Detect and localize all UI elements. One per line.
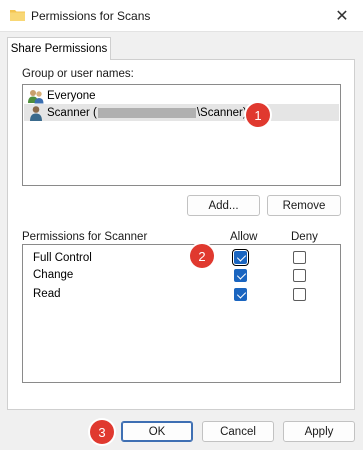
cancel-button[interactable]: Cancel <box>202 421 274 442</box>
window-title: Permissions for Scans <box>31 9 151 23</box>
ok-button[interactable]: OK <box>121 421 193 442</box>
list-item-label-suffix: \Scanner) <box>196 106 247 119</box>
permissions-heading: Permissions for Scanner <box>22 231 148 243</box>
folder-icon <box>10 10 25 21</box>
user-listbox[interactable]: Everyone Scanner ( \Scanner) <box>22 84 341 186</box>
permissions-list: Full Control Change Read <box>22 244 341 383</box>
list-item-label-prefix: Scanner ( <box>47 106 97 119</box>
group-icon <box>28 89 44 103</box>
step-marker-2: 2 <box>190 244 214 268</box>
step-marker-3: 3 <box>90 420 114 444</box>
list-item-scanner[interactable]: Scanner ( \Scanner) <box>24 104 339 121</box>
deny-read-checkbox[interactable] <box>293 288 306 301</box>
permission-label-full-control: Full Control <box>33 252 92 264</box>
remove-button[interactable]: Remove <box>267 195 341 216</box>
title-bar: Permissions for Scans ✕ <box>0 0 363 32</box>
allow-column-header: Allow <box>230 231 258 243</box>
user-icon <box>30 105 42 121</box>
permission-label-change: Change <box>33 269 74 281</box>
allow-full-control-checkbox[interactable] <box>232 249 249 266</box>
step-marker-1: 1 <box>246 103 270 127</box>
tab-share-permissions[interactable]: Share Permissions <box>7 37 111 60</box>
allow-read-checkbox[interactable] <box>234 288 247 301</box>
deny-column-header: Deny <box>291 231 318 243</box>
list-item-label: Everyone <box>47 89 96 102</box>
permission-label-read: Read <box>33 288 61 300</box>
redacted-domain <box>97 107 196 118</box>
apply-button[interactable]: Apply <box>283 421 355 442</box>
deny-full-control-checkbox[interactable] <box>293 251 306 264</box>
list-item-everyone[interactable]: Everyone <box>24 87 339 104</box>
deny-change-checkbox[interactable] <box>293 269 306 282</box>
close-button[interactable]: ✕ <box>327 3 357 29</box>
add-button[interactable]: Add... <box>187 195 260 216</box>
group-users-heading: Group or user names: <box>22 68 134 80</box>
close-icon: ✕ <box>335 8 349 25</box>
allow-change-checkbox[interactable] <box>234 269 247 282</box>
